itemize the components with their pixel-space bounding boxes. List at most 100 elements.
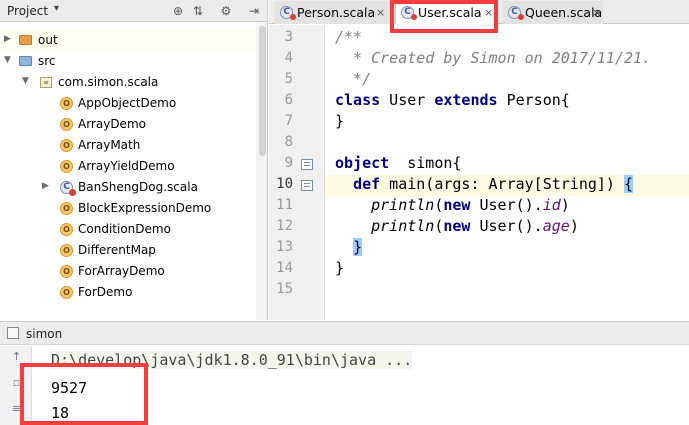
tree-item-arraydemo[interactable]: O ArrayDemo [0, 114, 256, 135]
tree-item-label: ForDemo [78, 285, 133, 299]
code-line-12: println(new User().age) [335, 217, 579, 235]
gear-icon[interactable]: ⚙ [218, 3, 234, 19]
chevron-down-icon[interactable]: ▼ [22, 76, 29, 86]
rerun-icon[interactable]: ↑ [10, 350, 23, 363]
tab-queen-scala[interactable]: C Queen.scala × [503, 1, 603, 24]
matched-brace: { [624, 175, 634, 193]
project-scrollbar-thumb[interactable] [259, 26, 266, 156]
tree-item-label: ArrayYieldDemo [78, 159, 175, 173]
fold-marker-icon[interactable] [301, 159, 313, 170]
line-number: 8 [284, 134, 293, 150]
line-number: 4 [284, 50, 293, 66]
tree-item-package[interactable]: ▼ com.simon.scala [0, 72, 256, 93]
tree-item-appobjectdemo[interactable]: O AppObjectDemo [0, 93, 256, 114]
matched-brace: } [353, 238, 363, 256]
tree-item-label: DifferentMap [78, 243, 156, 257]
scala-object-icon: O [60, 244, 73, 257]
code-line-9: object simon{ [335, 154, 461, 172]
close-icon[interactable]: × [376, 6, 385, 19]
tree-item-label: out [38, 33, 58, 47]
project-panel-title[interactable]: Project [7, 4, 48, 18]
tree-item-label: ArrayMath [78, 138, 141, 152]
tree-item-differentmap[interactable]: O DifferentMap [0, 240, 256, 261]
annotation-box-output [20, 363, 148, 425]
collapse-icon[interactable]: ⇅ [190, 3, 206, 19]
code-text: } [335, 112, 345, 130]
code-text: User(). [470, 217, 543, 235]
line-number: 12 [276, 218, 293, 234]
line-number: 13 [276, 239, 293, 255]
scala-file-icon: C [280, 5, 296, 20]
comment-text: /** [335, 28, 363, 46]
comment-text: */ [335, 70, 372, 88]
code-line-3: /** [335, 28, 362, 46]
tab-label: Queen.scala [525, 5, 603, 20]
folder-icon [19, 35, 32, 45]
run-config-icon [7, 327, 19, 339]
code-line-14: } [335, 259, 344, 277]
scala-object-icon: O [60, 223, 73, 236]
tree-item-src[interactable]: ▼ src [0, 51, 256, 72]
keyword-new: new [443, 196, 471, 214]
code-editor[interactable]: 3 4 5 6 7 8 9 10 11 12 13 14 15 /** * Cr… [269, 25, 689, 320]
code-text: User [380, 91, 435, 109]
tree-item-label: ForArrayDemo [78, 264, 165, 278]
scala-object-icon: O [60, 97, 73, 110]
tree-item-fordemo[interactable]: O ForDemo [0, 282, 256, 303]
tree-item-arraymath[interactable]: O ArrayMath [0, 135, 256, 156]
comment-text: * Created by Simon on 2017/11/21. [335, 49, 652, 67]
tab-label: Person.scala [297, 5, 376, 20]
chevron-right-icon[interactable]: ▶ [4, 34, 11, 44]
scala-object-icon: O [60, 286, 73, 299]
scala-object-icon: O [60, 202, 73, 215]
hide-icon[interactable]: ⇥ [246, 3, 262, 19]
line-number: 5 [284, 71, 293, 87]
code-text: } [335, 259, 345, 277]
code-text: main(args: Array[String]) [380, 175, 624, 193]
close-icon[interactable]: × [592, 6, 601, 19]
code-line-5: */ [335, 70, 371, 88]
fold-marker-icon[interactable] [301, 180, 313, 191]
field-id: id [542, 196, 561, 214]
run-tab-label[interactable]: simon [26, 327, 62, 341]
line-number: 14 [276, 260, 293, 276]
chevron-down-icon[interactable]: ▾ [54, 3, 59, 14]
line-number: 9 [284, 155, 293, 171]
code-line-7: } [335, 112, 344, 130]
scala-file-icon: C [60, 180, 76, 196]
code-text: Person{ [497, 91, 570, 109]
target-icon[interactable]: ⊕ [170, 3, 186, 19]
tree-item-conditiondemo[interactable]: O ConditionDemo [0, 219, 256, 240]
line-number: 3 [284, 29, 293, 45]
tab-person-scala[interactable]: C Person.scala × [275, 1, 391, 24]
tree-item-out[interactable]: ▶ out [0, 30, 256, 51]
function-println: println [371, 196, 435, 214]
tree-item-blockexpressiondemo[interactable]: O BlockExpressionDemo [0, 198, 256, 219]
code-text: ) [569, 217, 579, 235]
keyword-object: object [335, 154, 390, 172]
line-number: 6 [284, 92, 293, 108]
keyword-class: class [335, 91, 381, 109]
code-text: User(). [470, 196, 543, 214]
scala-object-icon: O [60, 265, 73, 278]
scala-object-icon: O [60, 160, 73, 173]
code-line-13: } [335, 238, 363, 256]
package-icon [40, 77, 52, 88]
project-tool-window: Project ▾ ⊕ ⇅ ⚙ ⇥ ▶ out ▼ src ▼ com.simo… [0, 0, 268, 320]
keyword-new: new [443, 217, 471, 235]
code-line-10: def main(args: Array[String]) { [335, 175, 634, 193]
keyword-def: def [353, 175, 381, 193]
line-number: 11 [276, 197, 293, 213]
chevron-down-icon[interactable]: ▼ [4, 55, 11, 65]
tree-item-label: BanShengDog.scala [78, 180, 198, 194]
function-println: println [371, 217, 435, 235]
scala-object-icon: O [60, 139, 73, 152]
scala-file-icon: C [508, 5, 524, 20]
tree-item-arrayyielddemo[interactable]: O ArrayYieldDemo [0, 156, 256, 177]
tree-item-banshengdog[interactable]: ▶ C BanShengDog.scala [0, 177, 256, 198]
source-folder-icon [19, 56, 32, 66]
keyword-extends: extends [434, 91, 498, 109]
chevron-right-icon[interactable]: ▶ [42, 181, 49, 191]
tree-item-forarraydemo[interactable]: O ForArrayDemo [0, 261, 256, 282]
run-tool-window-header: simon [0, 321, 689, 345]
